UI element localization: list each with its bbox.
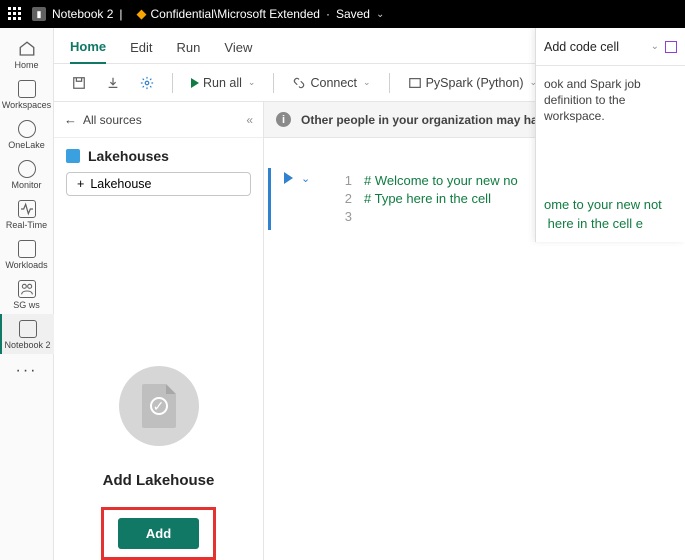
plus-icon: + [77,177,84,191]
connect-button[interactable]: Connect ⌄ [286,72,376,94]
nav-sgws[interactable]: SG ws [0,274,54,314]
lakehouse-icon [66,149,80,163]
shield-icon: ◆ [137,6,147,22]
app-launcher-icon[interactable] [8,7,22,21]
save-icon [72,76,86,90]
add-lakehouse-pill[interactable]: + Lakehouse [66,172,251,196]
run-all-label: Run all [203,76,242,90]
code-text: # Welcome to your new no [364,172,518,190]
nav-monitor[interactable]: Monitor [0,154,54,194]
download-button[interactable] [100,72,126,94]
workspaces-icon [18,80,36,98]
chevron-down-icon: ⌄ [363,77,371,88]
empty-state-graphic: ✓ [119,366,199,446]
nav-label: Notebook 2 [4,340,50,350]
tab-view[interactable]: View [224,40,252,63]
cell-indicator [268,168,271,230]
nav-home[interactable]: Home [0,34,54,74]
chevron-down-icon: ⌄ [248,77,256,88]
sidebar-section-title: Lakehouses [54,138,263,170]
line-number: 3 [334,208,364,226]
chevron-down-icon: ⌄ [651,41,659,52]
run-all-button[interactable]: Run all ⌄ [185,72,261,94]
workloads-icon [18,240,36,258]
onelake-icon [18,120,36,138]
code-text: # Type here in the cell [364,190,491,208]
pill-label: Lakehouse [90,177,151,191]
back-arrow-icon[interactable]: ← [64,112,77,127]
nav-workspaces[interactable]: Workspaces [0,74,54,114]
realtime-icon [18,200,36,218]
nav-label: Workloads [5,260,47,270]
add-button-highlight: Add [101,507,216,560]
notebook-icon: ▮ [32,7,46,21]
tab-edit[interactable]: Edit [130,40,152,63]
title-bar: ▮ Notebook 2 | ◆ Confidential\Microsoft … [0,0,685,28]
left-navigation-rail: Home Workspaces OneLake Monitor Real-Tim… [0,28,54,560]
save-state: Saved [336,7,370,21]
monitor-icon [18,160,36,178]
notebook-item-icon [19,320,37,338]
nav-label: Real-Time [6,220,47,230]
cell-gutter: ⌄ [278,168,334,230]
nav-notebook2[interactable]: Notebook 2 [0,314,54,354]
nav-more[interactable]: ··· [8,354,46,388]
nav-onelake[interactable]: OneLake [0,114,54,154]
add-code-cell-button[interactable]: Add code cell ⌄ [536,28,685,66]
gear-icon [140,76,154,90]
right-panel-fragment: Add code cell ⌄ ook and Spark job defini… [535,28,685,242]
sidebar-breadcrumb[interactable]: All sources [83,113,142,127]
code-preview-fragment: ome to your new not here in the cell e [536,188,685,242]
tab-home[interactable]: Home [70,39,106,64]
play-icon [191,78,199,88]
line-number: 1 [334,172,364,190]
nav-label: Monitor [11,180,41,190]
nav-realtime[interactable]: Real-Time [0,194,54,234]
save-button[interactable] [66,72,92,94]
add-button[interactable]: Add [118,518,199,549]
info-text-fragment: ook and Spark job definition to the work… [536,66,685,134]
collapse-icon[interactable]: « [246,113,253,127]
run-cell-icon[interactable] [284,172,293,184]
line-number: 2 [334,190,364,208]
lakehouse-sidebar: ← All sources « Lakehouses + Lakehouse ✓… [54,102,264,560]
info-icon: i [276,112,291,127]
nav-label: Workspaces [2,100,51,110]
code-icon [408,76,422,90]
cell-menu-chevron-icon[interactable]: ⌄ [301,172,310,185]
tab-run[interactable]: Run [177,40,201,63]
empty-state-heading: Add Lakehouse [103,472,215,489]
sensitivity-label[interactable]: Confidential\Microsoft Extended [151,7,320,21]
workspace-icon [18,280,36,298]
language-picker[interactable]: PySpark (Python)⌄ [402,72,544,94]
settings-button[interactable] [134,72,160,94]
sidebar-header: ← All sources « [54,102,263,138]
nav-label: SG ws [13,300,40,310]
download-icon [106,76,120,90]
empty-state: ✓ Add Lakehouse Add [54,198,263,560]
chevron-down-icon[interactable]: ⌄ [376,9,384,20]
connect-label: Connect [310,76,357,90]
notebook-title[interactable]: Notebook 2 [52,7,113,21]
nav-label: Home [14,60,38,70]
check-icon: ✓ [150,397,168,415]
panel-icon[interactable] [665,41,677,53]
add-code-cell-label: Add code cell [544,40,619,54]
home-icon [18,40,36,58]
nav-label: OneLake [8,140,45,150]
language-label: PySpark (Python) [426,76,524,90]
link-icon [292,76,306,90]
nav-workloads[interactable]: Workloads [0,234,54,274]
